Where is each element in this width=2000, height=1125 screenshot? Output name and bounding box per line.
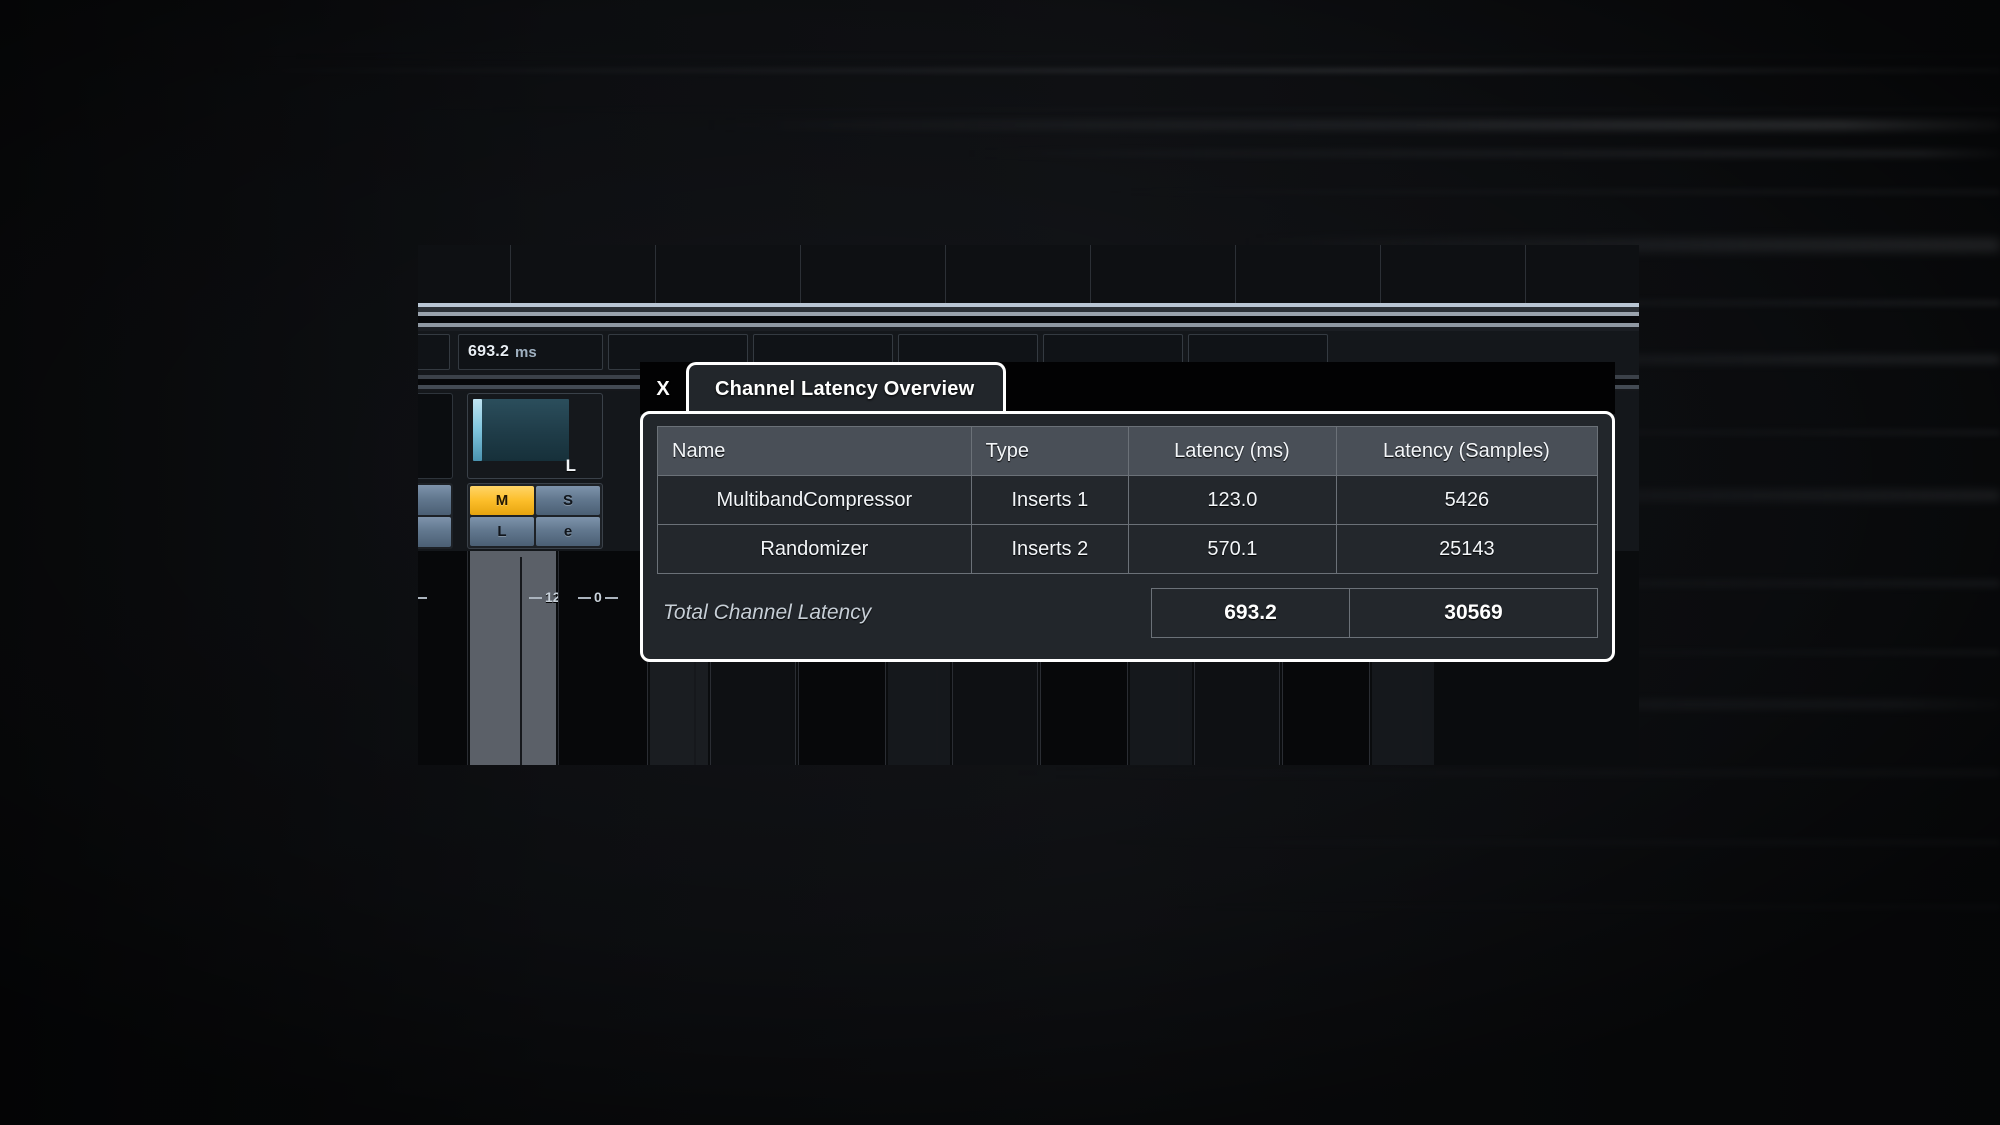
lane-separator xyxy=(1380,245,1381,303)
fader-column[interactable]: 12 xyxy=(470,551,561,765)
cell-latency-ms: 570.1 xyxy=(1128,524,1337,574)
screen: 693.2 ms S e xyxy=(0,0,2000,1125)
column-header-type[interactable]: Type xyxy=(970,426,1130,476)
lane-separator xyxy=(945,245,946,303)
table-header-row: Name Type Latency (ms) Latency (Samples) xyxy=(657,426,1599,476)
cell-plugin-name: Randomizer xyxy=(657,524,972,574)
cell-latency-samples: 25143 xyxy=(1335,524,1599,574)
dialog-content: Name Type Latency (ms) Latency (Samples)… xyxy=(640,411,1615,662)
channel-button-mute[interactable]: M xyxy=(470,486,534,515)
channel-strip-selected[interactable]: L M S L e xyxy=(464,391,606,551)
cell-plugin-name: MultibandCompressor xyxy=(657,475,972,525)
fader-tick-label: 0 xyxy=(575,589,621,605)
fader-column[interactable]: 0 xyxy=(558,551,648,765)
table-row[interactable]: MultibandCompressor Inserts 1 123.0 5426 xyxy=(657,475,1599,525)
channel-button-solo[interactable]: S xyxy=(536,486,600,515)
column-header-latency-ms[interactable]: Latency (ms) xyxy=(1128,426,1337,476)
dialog-titlebar: X Channel Latency Overview xyxy=(640,362,1615,414)
column-header-name[interactable]: Name xyxy=(657,426,972,476)
total-latency-samples: 30569 xyxy=(1349,588,1598,638)
channel-latency-dialog: X Channel Latency Overview Name Type Lat… xyxy=(640,362,1615,682)
dialog-title-tab[interactable]: Channel Latency Overview xyxy=(686,362,1006,414)
lane-separator xyxy=(1235,245,1236,303)
latency-readout-value: 693.2 xyxy=(468,343,510,360)
latency-table: Name Type Latency (ms) Latency (Samples)… xyxy=(657,426,1599,574)
lane-separator xyxy=(655,245,656,303)
lane-separator xyxy=(800,245,801,303)
cell-latency-samples: 5426 xyxy=(1335,475,1599,525)
mixer-top-lane-row xyxy=(418,245,1639,303)
channel-button-solo-prev[interactable]: S xyxy=(418,485,451,515)
dialog-title: Channel Latency Overview xyxy=(715,378,975,400)
channel-button-edit-prev[interactable]: e xyxy=(418,517,451,547)
channel-button-pad: S e xyxy=(418,483,453,549)
total-latency-row: Total Channel Latency 693.2 30569 xyxy=(657,588,1598,638)
mixer-divider xyxy=(418,316,1639,323)
latency-readout-active[interactable]: 693.2 ms xyxy=(458,334,603,370)
column-header-latency-samples[interactable]: Latency (Samples) xyxy=(1335,426,1599,476)
insert-slot-letter: L xyxy=(565,456,576,475)
fader-tick-label: 0 xyxy=(418,589,430,605)
cell-plugin-type: Inserts 1 xyxy=(970,475,1130,525)
lane-separator xyxy=(510,245,511,303)
table-row[interactable]: Randomizer Inserts 2 570.1 25143 xyxy=(657,524,1599,574)
latency-table-body: MultibandCompressor Inserts 1 123.0 5426… xyxy=(657,475,1599,574)
insert-slot[interactable] xyxy=(418,393,453,479)
total-latency-label: Total Channel Latency xyxy=(663,601,872,624)
channel-meter xyxy=(473,399,569,461)
fader-scale-line xyxy=(520,557,522,765)
channel-button-listen[interactable]: L xyxy=(470,517,534,546)
close-icon[interactable]: X xyxy=(648,374,678,404)
fader-tick-label: 12 xyxy=(526,589,561,605)
fader-column[interactable]: 0 xyxy=(418,551,468,765)
total-latency-ms: 693.2 xyxy=(1151,588,1349,638)
latency-readout-unit: ms xyxy=(515,343,537,361)
channel-button-edit[interactable]: e xyxy=(536,517,600,546)
cell-plugin-type: Inserts 2 xyxy=(970,524,1130,574)
latency-table-head: Name Type Latency (ms) Latency (Samples) xyxy=(657,426,1599,476)
lane-separator xyxy=(1090,245,1091,303)
insert-slot-meter[interactable]: L xyxy=(467,393,603,479)
channel-button-pad: M S L e xyxy=(467,483,603,549)
channel-meter-bar xyxy=(473,399,482,461)
channel-strip-previous[interactable]: S e xyxy=(418,391,456,551)
latency-readout-cell[interactable] xyxy=(418,334,450,370)
lane-separator xyxy=(1525,245,1526,303)
cell-latency-ms: 123.0 xyxy=(1128,475,1337,525)
